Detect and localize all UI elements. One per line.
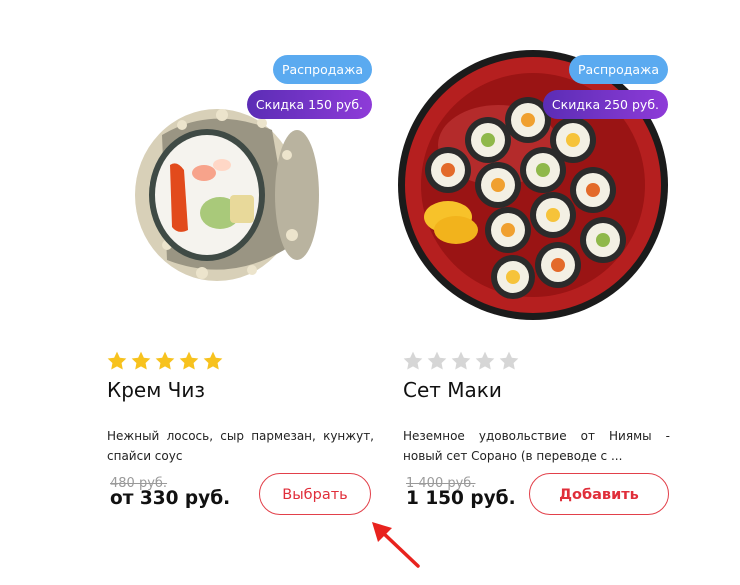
product-description: Неземное удовольствие от Ниямы - новый с… — [403, 429, 670, 463]
star-icon[interactable] — [154, 350, 176, 372]
product-card: Распродажа Скидка 150 руб. Крем Чиз Нежн… — [92, 0, 382, 560]
product-title[interactable]: Сет Маки — [403, 378, 502, 402]
star-icon[interactable] — [402, 350, 424, 372]
star-icon[interactable] — [426, 350, 448, 372]
product-image[interactable]: Распродажа Скидка 150 руб. — [92, 45, 382, 335]
sale-badge: Распродажа — [272, 55, 372, 84]
select-button[interactable]: Выбрать — [259, 473, 371, 515]
star-icon[interactable] — [202, 350, 224, 372]
product-description: Нежный лосось, сыр пармезан, кунжут, спа… — [107, 429, 374, 463]
sale-badge: Распродажа — [568, 55, 668, 84]
product-title[interactable]: Крем Чиз — [107, 378, 205, 402]
star-icon[interactable] — [498, 350, 520, 372]
discount-badge: Скидка 150 руб. — [246, 90, 372, 119]
discount-badge: Скидка 250 руб. — [542, 90, 668, 119]
product-card: Распродажа Скидка 250 руб. Сет Маки Незе… — [388, 0, 678, 560]
price: от 330 руб. — [110, 488, 231, 509]
arrow-annotation-icon — [372, 522, 420, 568]
maki-set-plate-image — [398, 50, 668, 320]
sushi-roll-image — [135, 109, 319, 281]
star-icon[interactable] — [474, 350, 496, 372]
star-icon[interactable] — [106, 350, 128, 372]
rating-stars[interactable] — [402, 350, 520, 372]
price: 1 150 руб. — [406, 488, 516, 509]
star-icon[interactable] — [130, 350, 152, 372]
star-icon[interactable] — [450, 350, 472, 372]
rating-stars[interactable] — [106, 350, 224, 372]
add-to-cart-button[interactable]: Добавить — [529, 473, 669, 515]
star-icon[interactable] — [178, 350, 200, 372]
product-image[interactable]: Распродажа Скидка 250 руб. — [388, 45, 678, 335]
